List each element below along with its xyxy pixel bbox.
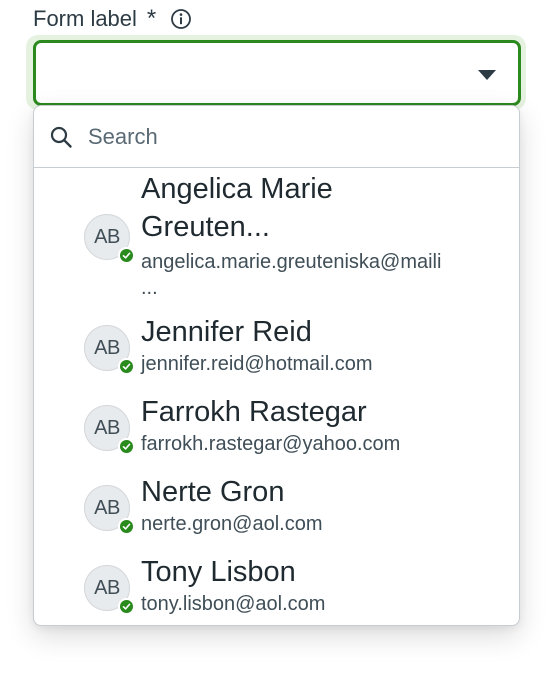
form-label-row: Form label * (33, 4, 192, 34)
combobox-widget: Form label * AB (0, 0, 552, 682)
search-row (34, 106, 519, 168)
option-farrokh-rastegar[interactable]: AB Farrokh Rastegar farrokh.rastegar@yah… (34, 391, 519, 469)
option-email: jennifer.reid@hotmail.com (141, 353, 373, 375)
option-name: Farrokh Rastegar (141, 396, 367, 428)
option-name: Nerte Gron (141, 476, 285, 508)
options-listbox: AB Angelica Marie Greuten... angelica.ma… (33, 105, 520, 626)
online-status-icon (118, 598, 135, 615)
online-status-icon (118, 438, 135, 455)
online-status-icon (118, 247, 135, 264)
form-label: Form label (33, 6, 137, 31)
avatar-initials: AB (94, 496, 120, 519)
chevron-down-icon[interactable] (478, 70, 496, 80)
info-circle-icon[interactable] (170, 8, 192, 30)
option-name: Jennifer Reid (141, 316, 312, 348)
option-email: angelica.marie.greuteniska@maili (141, 251, 442, 273)
avatar-initials: AB (94, 225, 120, 248)
avatar-initials: AB (94, 576, 120, 599)
avatar-initials: AB (94, 336, 120, 359)
avatar-initials: AB (94, 416, 120, 439)
option-angelica-marie-greuteniska[interactable]: AB Angelica Marie Greuten... angelica.ma… (34, 168, 519, 304)
option-name-continued: Greuten... (141, 211, 270, 243)
option-tony-lisbon[interactable]: AB Tony Lisbon tony.lisbon@aol.com (34, 551, 519, 625)
option-name: Tony Lisbon (141, 556, 296, 588)
online-status-icon (118, 518, 135, 535)
online-status-icon (118, 358, 135, 375)
option-email: tony.lisbon@aol.com (141, 593, 326, 615)
option-jennifer-reid[interactable]: AB Jennifer Reid jennifer.reid@hotmail.c… (34, 311, 519, 389)
option-email-continued: ... (141, 277, 158, 299)
search-icon (49, 125, 73, 149)
option-email: farrokh.rastegar@yahoo.com (141, 433, 401, 455)
option-name: Angelica Marie (141, 173, 333, 205)
required-asterisk: * (146, 5, 157, 32)
search-input[interactable] (88, 120, 488, 154)
select-input[interactable] (33, 40, 521, 106)
option-nerte-gron[interactable]: AB Nerte Gron nerte.gron@aol.com (34, 471, 519, 549)
option-email: nerte.gron@aol.com (141, 513, 323, 535)
